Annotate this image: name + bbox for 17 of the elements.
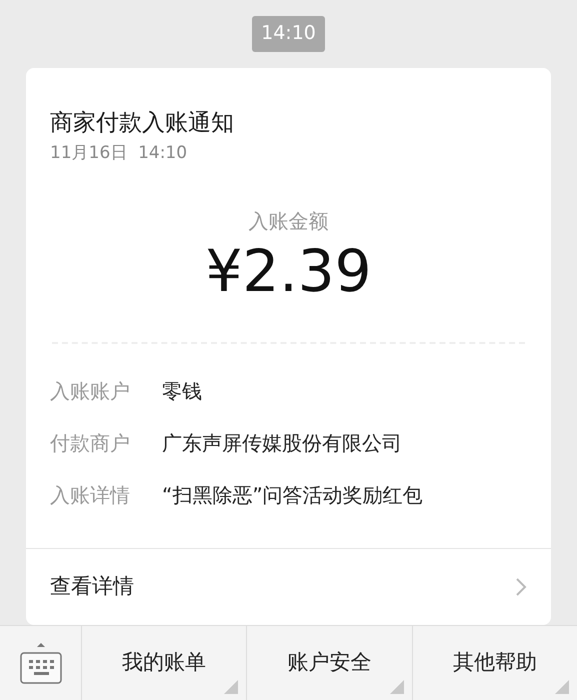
menu-button[interactable]: 账户安全 — [247, 626, 413, 700]
card-title: 商家付款入账通知 — [50, 109, 235, 138]
field-label: 入账账户 — [50, 378, 131, 406]
keyboard-icon[interactable] — [18, 641, 64, 686]
chevron-right-icon — [515, 577, 527, 598]
field-value: “扫黑除恶”问答活动奖励红包 — [162, 482, 423, 510]
timestamp: 14:10 — [252, 16, 325, 52]
card-date: 11月16日 14:10 — [50, 142, 188, 165]
details-link[interactable]: 查看详情 — [26, 549, 551, 626]
field-label: 入账详情 — [50, 482, 131, 510]
menu-button[interactable]: 我的账单 — [82, 626, 248, 700]
menu-button[interactable]: 其他帮助 — [412, 626, 577, 700]
field-value: 零钱 — [162, 378, 202, 406]
amount-label: 入账金额 — [248, 208, 330, 236]
field-label: 付款商户 — [50, 430, 131, 458]
amount-value: ¥2.39 — [204, 240, 373, 304]
field-value: 广东声屏传媒股份有限公司 — [162, 430, 402, 458]
